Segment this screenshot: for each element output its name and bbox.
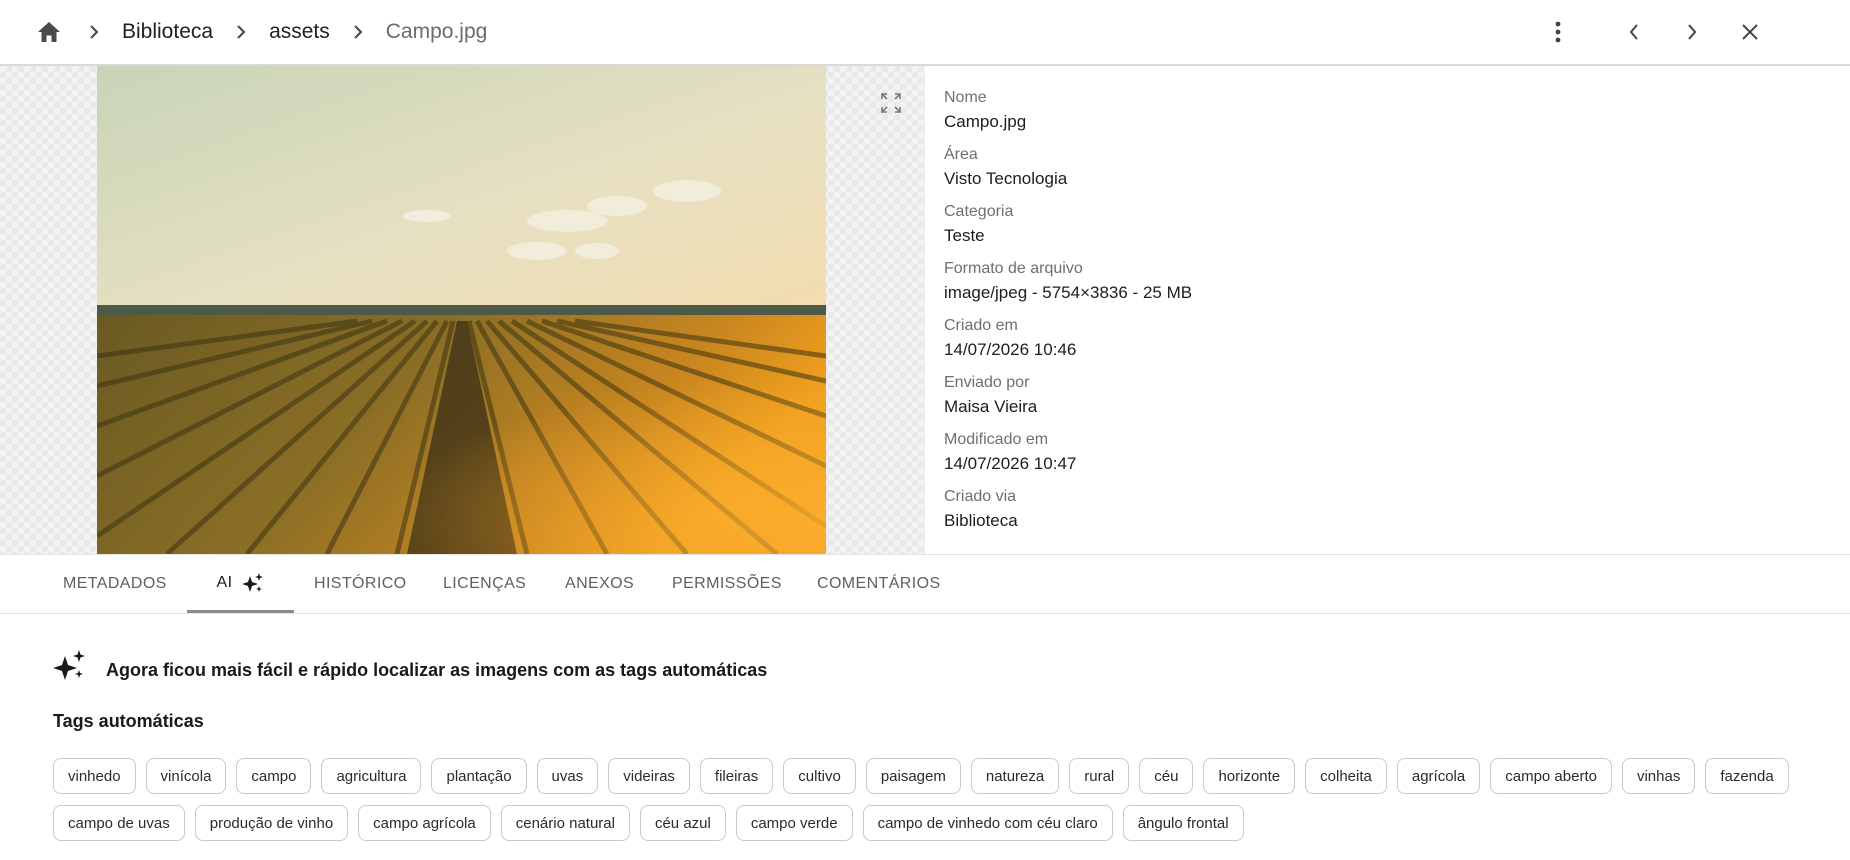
detail-value: Biblioteca <box>944 511 1018 530</box>
tab-licencas[interactable]: LICENÇAS <box>443 555 526 613</box>
tag-chip[interactable]: campo de vinhedo com céu claro <box>862 805 1113 841</box>
detail-label: Formato de arquivo <box>944 260 1083 277</box>
detail-categoria: Categoria Teste <box>944 202 1804 259</box>
image-preview <box>0 66 925 554</box>
tag-chip[interactable]: ângulo frontal <box>1122 805 1244 841</box>
tag-chip[interactable]: colheita <box>1305 758 1387 794</box>
home-icon[interactable] <box>36 19 62 45</box>
chevron-left-icon <box>1628 23 1640 41</box>
tag-chip[interactable]: agricultura <box>321 758 422 794</box>
detail-value: Maisa Vieira <box>944 397 1038 416</box>
detail-label: Criado via <box>944 488 1017 505</box>
detail-value: 14/07/2026 10:47 <box>944 454 1077 473</box>
ai-banner: Agora ficou mais fácil e rápido localiza… <box>52 648 767 682</box>
expand-icon[interactable] <box>874 86 908 120</box>
tag-chip[interactable]: produção de vinho <box>194 805 349 841</box>
tag-chip[interactable]: céu <box>1139 758 1194 794</box>
chevron-right-icon <box>1686 23 1698 41</box>
detail-label: Modificado em <box>944 431 1049 448</box>
detail-formato: Formato de arquivo image/jpeg - 5754×383… <box>944 259 1804 316</box>
tag-chip[interactable]: campo aberto <box>1490 758 1612 794</box>
tag-chip[interactable]: vinhedo <box>53 758 136 794</box>
chevron-right-icon <box>233 24 249 40</box>
detail-area: Área Visto Tecnologia <box>944 145 1804 202</box>
tag-chip[interactable]: agrícola <box>1396 758 1481 794</box>
tag-chip[interactable]: cultivo <box>783 758 856 794</box>
tag-chip[interactable]: vinhas <box>1621 758 1696 794</box>
tag-chip[interactable]: fileiras <box>699 758 774 794</box>
preview-image <box>97 66 826 554</box>
tab-metadados[interactable]: METADADOS <box>63 555 167 613</box>
tag-chip[interactable]: fazenda <box>1705 758 1789 794</box>
next-button[interactable] <box>1676 16 1708 48</box>
top-bar: Biblioteca assets Campo.jpg <box>0 0 1850 66</box>
detail-label: Nome <box>944 89 987 106</box>
close-icon <box>1741 23 1759 41</box>
detail-label: Categoria <box>944 203 1014 220</box>
detail-modificado-em: Modificado em 14/07/2026 10:47 <box>944 430 1804 487</box>
tag-chip[interactable]: natureza <box>970 758 1060 794</box>
detail-enviado-por: Enviado por Maisa Vieira <box>944 373 1804 430</box>
breadcrumb: Biblioteca assets Campo.jpg <box>36 0 487 64</box>
detail-criado-via: Criado via Biblioteca <box>944 487 1804 544</box>
tab-historico[interactable]: HISTÓRICO <box>314 555 407 613</box>
detail-criado-em: Criado em 14/07/2026 10:46 <box>944 316 1804 373</box>
detail-value: Teste <box>944 226 985 245</box>
detail-value: 14/07/2026 10:46 <box>944 340 1077 359</box>
close-button[interactable] <box>1734 16 1766 48</box>
breadcrumb-item-biblioteca[interactable]: Biblioteca <box>122 20 213 44</box>
tag-chip[interactable]: campo verde <box>735 805 853 841</box>
tag-chip[interactable]: campo <box>236 758 312 794</box>
breadcrumb-current: Campo.jpg <box>385 20 488 43</box>
breadcrumb-item-assets[interactable]: assets <box>269 20 330 44</box>
previous-button[interactable] <box>1618 16 1650 48</box>
tab-ai[interactable]: AI <box>187 555 294 613</box>
tab-ai-label: AI <box>216 573 233 591</box>
tag-chip[interactable]: cenário natural <box>500 805 630 841</box>
sparkle-icon <box>52 650 88 680</box>
file-details: Nome Campo.jpg Área Visto Tecnologia Cat… <box>944 88 1804 544</box>
detail-label: Área <box>944 146 978 163</box>
tag-chip[interactable]: campo agrícola <box>358 805 491 841</box>
tag-chip[interactable]: vinícola <box>145 758 227 794</box>
detail-label: Enviado por <box>944 374 1030 391</box>
ai-banner-text: Agora ficou mais fácil e rápido localiza… <box>106 659 768 680</box>
more-vertical-icon[interactable] <box>1542 16 1574 48</box>
tab-bar: METADADOS AI HISTÓRICO LICENÇAS ANEXOS P… <box>0 554 1850 614</box>
tag-chip[interactable]: céu azul <box>639 805 726 841</box>
tab-anexos[interactable]: ANEXOS <box>565 555 634 613</box>
detail-label: Criado em <box>944 317 1018 334</box>
tag-chip[interactable]: paisagem <box>865 758 961 794</box>
chevron-right-icon <box>350 24 366 40</box>
tag-chip[interactable]: uvas <box>536 758 599 794</box>
tag-list: vinhedo vinícola campo agricultura plant… <box>53 758 1843 841</box>
detail-value: image/jpeg - 5754×3836 - 25 MB <box>944 283 1193 302</box>
chevron-right-icon <box>86 24 102 40</box>
tag-chip[interactable]: campo de uvas <box>53 805 185 841</box>
tag-chip[interactable]: rural <box>1069 758 1130 794</box>
tab-permissoes[interactable]: PERMISSÕES <box>672 555 782 613</box>
detail-nome: Nome Campo.jpg <box>944 88 1804 145</box>
tags-title: Tags automáticas <box>53 711 204 731</box>
detail-value: Visto Tecnologia <box>944 169 1068 188</box>
sparkle-icon <box>242 572 264 594</box>
detail-value: Campo.jpg <box>944 112 1027 131</box>
tag-chip[interactable]: videiras <box>608 758 690 794</box>
tab-comentarios[interactable]: COMENTÁRIOS <box>817 555 941 613</box>
tag-chip[interactable]: horizonte <box>1203 758 1296 794</box>
tag-chip[interactable]: plantação <box>431 758 527 794</box>
